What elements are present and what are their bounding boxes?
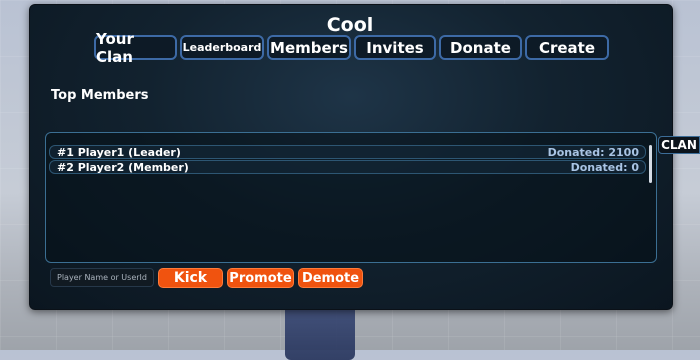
kick-button[interactable]: Kick: [158, 268, 223, 288]
section-title: Top Members: [51, 88, 149, 103]
player-name-input[interactable]: [50, 268, 154, 287]
member-row[interactable]: #1 Player1 (Leader) Donated: 2100: [49, 145, 646, 159]
clan-toggle-button[interactable]: CLAN: [658, 136, 700, 154]
member-name: #2 Player2 (Member): [57, 161, 189, 174]
list-scrollbar[interactable]: [649, 145, 652, 183]
member-donated: Donated: 0: [570, 161, 639, 174]
tab-members[interactable]: Members: [267, 35, 351, 60]
member-row[interactable]: #2 Player2 (Member) Donated: 0: [49, 160, 646, 174]
tab-donate[interactable]: Donate: [439, 35, 522, 60]
member-donated: Donated: 2100: [547, 146, 639, 159]
tab-invites[interactable]: Invites: [354, 35, 436, 60]
tab-leaderboard[interactable]: Leaderboard: [180, 35, 264, 60]
member-name: #1 Player1 (Leader): [57, 146, 181, 159]
tab-your-clan[interactable]: Your Clan: [94, 30, 177, 66]
demote-button[interactable]: Demote: [298, 268, 363, 288]
tab-create[interactable]: Create: [525, 35, 609, 60]
promote-button[interactable]: Promote: [227, 268, 294, 288]
